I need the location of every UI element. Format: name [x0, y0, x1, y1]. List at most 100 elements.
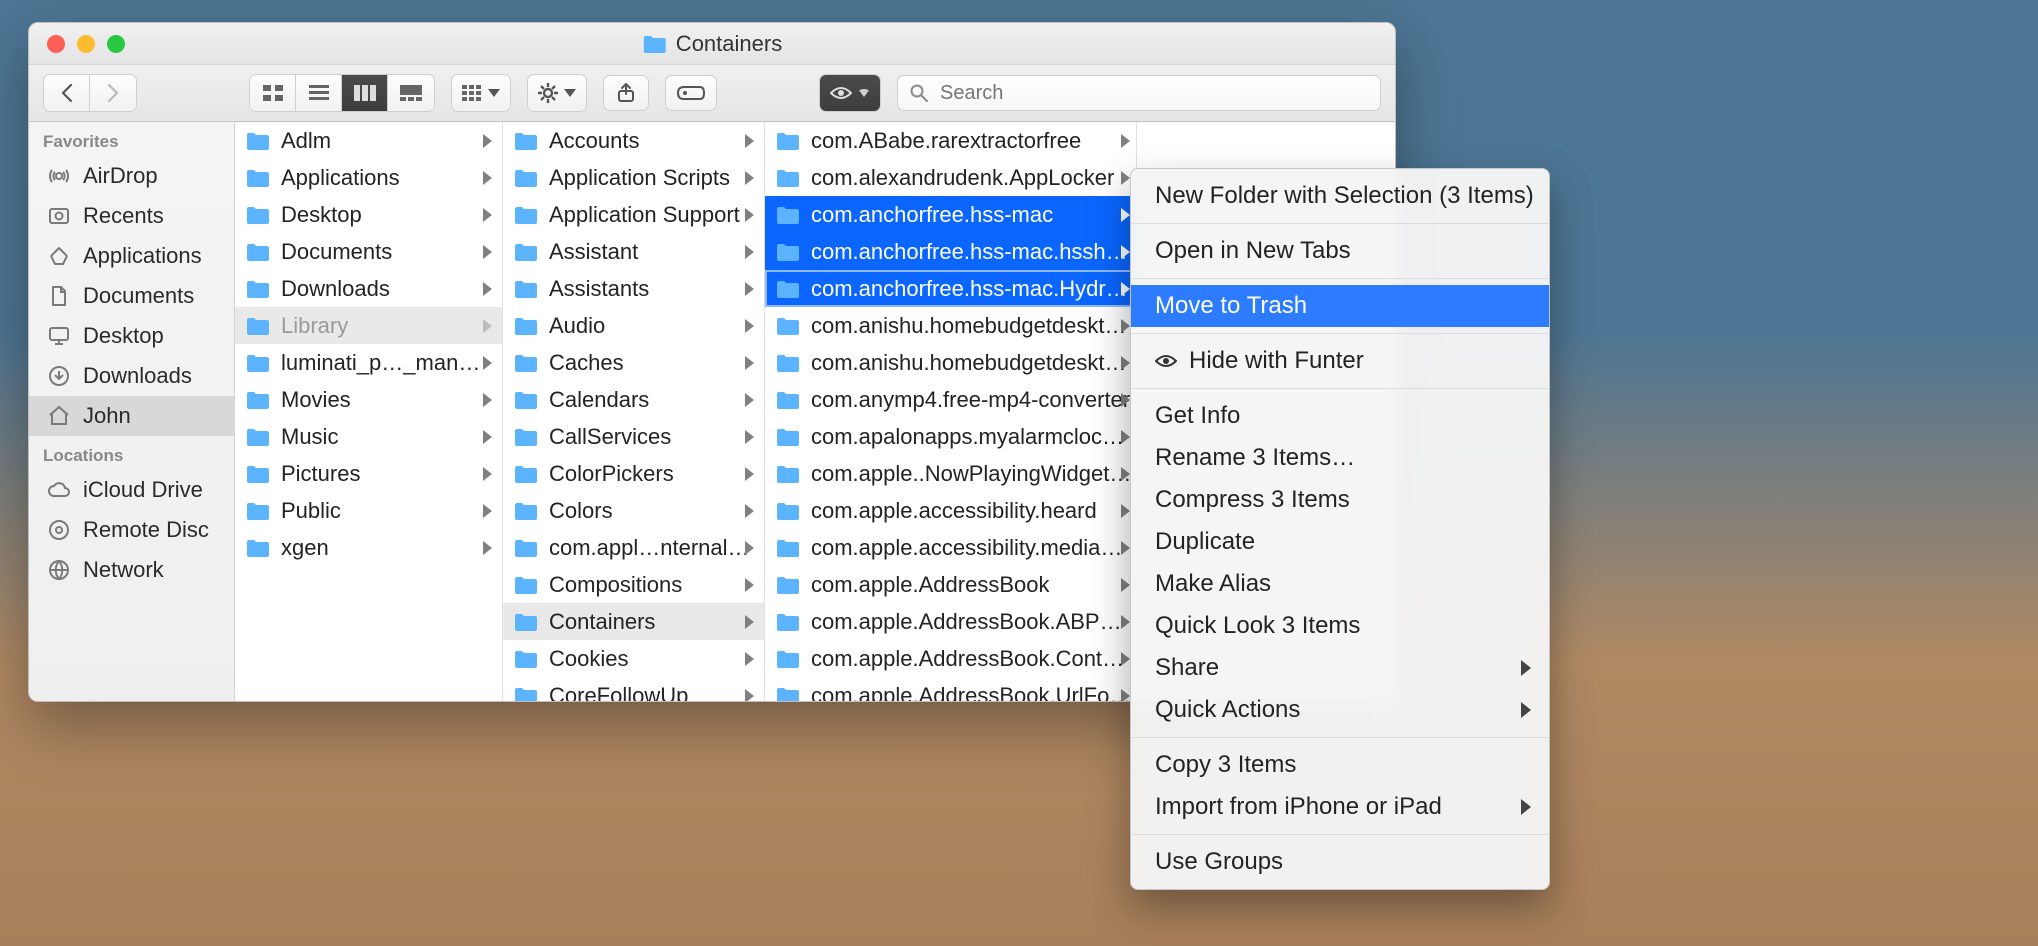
folder-row[interactable]: com.anchorfree.hss-mac [765, 196, 1136, 233]
search-field[interactable] [897, 75, 1381, 111]
sidebar-item-remote-disc[interactable]: Remote Disc [29, 510, 234, 550]
applications-icon [47, 244, 71, 268]
back-button[interactable] [44, 75, 90, 111]
close-button[interactable] [47, 35, 65, 53]
menu-item[interactable]: Share [1131, 647, 1549, 689]
tags-button[interactable] [665, 75, 717, 111]
folder-row[interactable]: luminati_p…_manager [235, 344, 502, 381]
folder-row[interactable]: com.anchorfree.hss-mac.hsshelper [765, 233, 1136, 270]
action-dropdown[interactable] [527, 74, 587, 112]
folder-row[interactable]: com.apple..NowPlayingWidgetContain [765, 455, 1136, 492]
folder-name: Cookies [549, 646, 628, 672]
folder-row[interactable]: CoreFollowUp [503, 677, 764, 701]
folder-row[interactable]: com.anishu.homebudgetdesktoplite.js [765, 344, 1136, 381]
folder-row[interactable]: com.alexandrudenk.AppLocker [765, 159, 1136, 196]
folder-row[interactable]: Movies [235, 381, 502, 418]
folder-row[interactable]: Adlm [235, 122, 502, 159]
folder-icon [513, 686, 537, 702]
sidebar-item-documents[interactable]: Documents [29, 276, 234, 316]
folder-row[interactable]: com.apple.AddressBook.UrlForwarder [765, 677, 1136, 701]
folder-row[interactable]: Music [235, 418, 502, 455]
zoom-button[interactable] [107, 35, 125, 53]
folder-row[interactable]: CallServices [503, 418, 764, 455]
menu-item[interactable]: Get Info [1131, 395, 1549, 437]
menu-item[interactable]: Use Groups [1131, 841, 1549, 883]
sidebar-item-recents[interactable]: Recents [29, 196, 234, 236]
folder-name: CallServices [549, 424, 671, 450]
folder-row[interactable]: Pictures [235, 455, 502, 492]
folder-icon [775, 686, 799, 702]
sidebar-item-applications[interactable]: Applications [29, 236, 234, 276]
folder-row[interactable]: com.apalonapps.myalarmclockfree [765, 418, 1136, 455]
folder-row[interactable]: Compositions [503, 566, 764, 603]
sidebar-item-desktop[interactable]: Desktop [29, 316, 234, 356]
menu-item[interactable]: Quick Actions [1131, 689, 1549, 731]
menu-item[interactable]: Copy 3 Items [1131, 744, 1549, 786]
folder-row[interactable]: Application Scripts [503, 159, 764, 196]
folder-row[interactable]: Public [235, 492, 502, 529]
folder-row[interactable]: Calendars [503, 381, 764, 418]
folder-row[interactable]: Assistant [503, 233, 764, 270]
folder-row[interactable]: com.anymp4.free-mp4-converter [765, 381, 1136, 418]
column-1[interactable]: AdlmApplicationsDesktopDocumentsDownload… [235, 122, 503, 701]
menu-item[interactable]: Hide with Funter [1131, 340, 1549, 382]
view-icon-button[interactable] [250, 75, 296, 111]
menu-item[interactable]: Move to Trash [1131, 285, 1549, 327]
view-list-button[interactable] [296, 75, 342, 111]
search-input[interactable] [938, 81, 1368, 106]
column-3[interactable]: com.ABabe.rarextractorfreecom.alexandrud… [765, 122, 1137, 701]
folder-name: Library [281, 313, 348, 339]
sidebar-item-downloads[interactable]: Downloads [29, 356, 234, 396]
chevron-left-icon [60, 84, 74, 102]
sidebar-item-john[interactable]: John [29, 396, 234, 436]
folder-row[interactable]: Applications [235, 159, 502, 196]
folder-row[interactable]: Application Support [503, 196, 764, 233]
folder-icon [513, 575, 537, 595]
folder-name: Assistant [549, 239, 638, 265]
folder-row[interactable]: Cookies [503, 640, 764, 677]
folder-row[interactable]: com.appl…nternal.ck [503, 529, 764, 566]
folder-row[interactable]: Caches [503, 344, 764, 381]
menu-item[interactable]: Open in New Tabs [1131, 230, 1549, 272]
folder-row[interactable]: com.ABabe.rarextractorfree [765, 122, 1136, 159]
menu-item[interactable]: Duplicate [1131, 521, 1549, 563]
minimize-button[interactable] [77, 35, 95, 53]
folder-row[interactable]: Colors [503, 492, 764, 529]
column-2[interactable]: AccountsApplication ScriptsApplication S… [503, 122, 765, 701]
folder-row[interactable]: Audio [503, 307, 764, 344]
sidebar-item-icloud-drive[interactable]: iCloud Drive [29, 470, 234, 510]
menu-item[interactable]: Import from iPhone or iPad [1131, 786, 1549, 828]
toolbar [29, 65, 1395, 122]
menu-item[interactable]: Make Alias [1131, 563, 1549, 605]
menu-item[interactable]: Compress 3 Items [1131, 479, 1549, 521]
folder-row[interactable]: ColorPickers [503, 455, 764, 492]
folder-row[interactable]: Assistants [503, 270, 764, 307]
folder-row[interactable]: Library [235, 307, 502, 344]
folder-row[interactable]: com.apple.AddressBook.ContactsAcco [765, 640, 1136, 677]
sidebar-item-airdrop[interactable]: AirDrop [29, 156, 234, 196]
view-gallery-button[interactable] [388, 75, 434, 111]
menu-item[interactable]: New Folder with Selection (3 Items) [1131, 175, 1549, 217]
forward-button[interactable] [90, 75, 136, 111]
arrange-dropdown[interactable] [451, 74, 511, 112]
folder-row[interactable]: com.anchorfree.hss-mac.HydraTunnel [765, 270, 1136, 307]
folder-row[interactable]: Containers [503, 603, 764, 640]
folder-row[interactable]: com.anishu.homebudgetdesktoplite [765, 307, 1136, 344]
folder-row[interactable]: com.apple.accessibility.mediaaccessi [765, 529, 1136, 566]
menu-item-label: Rename 3 Items… [1155, 444, 1355, 472]
folder-row[interactable]: Documents [235, 233, 502, 270]
folder-row[interactable]: Downloads [235, 270, 502, 307]
sidebar-heading: Favorites [29, 122, 234, 156]
folder-row[interactable]: com.apple.accessibility.heard [765, 492, 1136, 529]
funter-dropdown[interactable] [819, 74, 881, 112]
folder-row[interactable]: com.apple.AddressBook.ABPersonView [765, 603, 1136, 640]
view-column-button[interactable] [342, 75, 388, 111]
folder-row[interactable]: com.apple.AddressBook [765, 566, 1136, 603]
folder-row[interactable]: Accounts [503, 122, 764, 159]
menu-item[interactable]: Quick Look 3 Items [1131, 605, 1549, 647]
folder-row[interactable]: Desktop [235, 196, 502, 233]
sidebar-item-network[interactable]: Network [29, 550, 234, 590]
folder-row[interactable]: xgen [235, 529, 502, 566]
menu-item[interactable]: Rename 3 Items… [1131, 437, 1549, 479]
share-button[interactable] [603, 75, 649, 111]
